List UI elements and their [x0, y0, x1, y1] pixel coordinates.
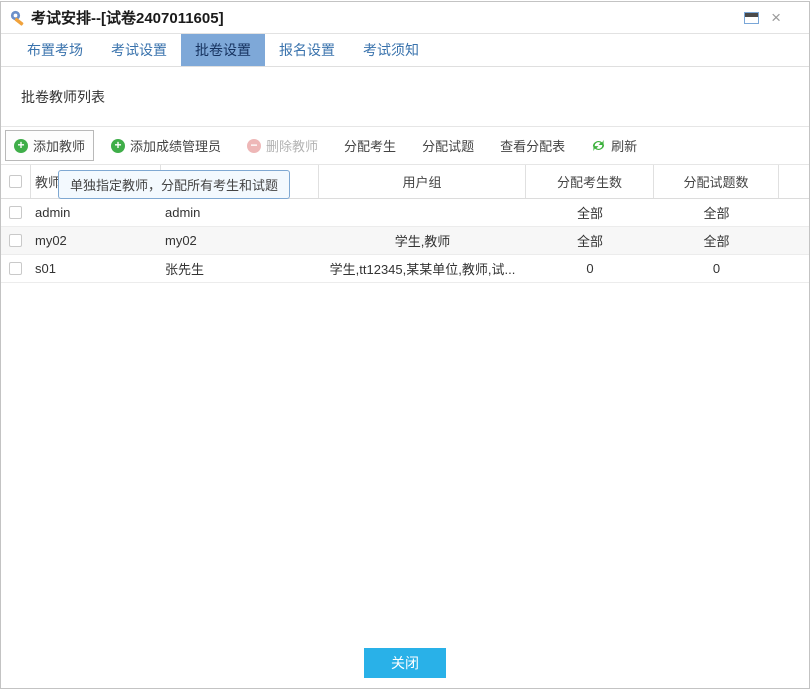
add-score-admin-button[interactable]: + 添加成绩管理员 [102, 130, 230, 161]
row-checkbox[interactable] [9, 262, 22, 275]
cell-assigned-examinee-count: 0 [526, 261, 654, 276]
tab-grading-settings[interactable]: 批卷设置 [181, 34, 265, 66]
assign-examinees-button[interactable]: 分配考生 [335, 130, 405, 161]
tab-arrange-exam-room[interactable]: 布置考场 [13, 34, 97, 66]
refresh-button[interactable]: 刷新 [582, 130, 646, 161]
exam-arrangement-dialog: 考试安排--[试卷2407011605] × 布置考场 考试设置 批卷设置 报名… [0, 1, 810, 689]
cell-teacher-name: admin [31, 205, 161, 220]
tab-exam-notice[interactable]: 考试须知 [349, 34, 433, 66]
assign-examinees-label: 分配考生 [344, 136, 396, 155]
row-checkbox-cell [1, 234, 31, 247]
assign-questions-button[interactable]: 分配试题 [413, 130, 483, 161]
cell-user-group: 学生,tt12345,某某单位,教师,试... [319, 259, 526, 278]
section-title-grading-teacher-list: 批卷教师列表 [21, 87, 809, 107]
cell-real-name: admin [161, 205, 319, 220]
tab-bar: 布置考场 考试设置 批卷设置 报名设置 考试须知 [1, 34, 809, 67]
dialog-footer: 关闭 [1, 648, 809, 678]
dialog-titlebar: 考试安排--[试卷2407011605] × [1, 2, 809, 34]
close-icon[interactable]: × [771, 11, 781, 25]
teacher-column-tooltip: 单独指定教师，分配所有考生和试题 [58, 170, 290, 199]
tab-exam-settings[interactable]: 考试设置 [97, 34, 181, 66]
add-score-admin-label: 添加成绩管理员 [130, 136, 221, 155]
cell-assigned-examinee-count: 全部 [526, 231, 654, 250]
delete-teacher-label: 删除教师 [266, 136, 318, 155]
dialog-title: 考试安排--[试卷2407011605] [31, 7, 224, 28]
cell-real-name: my02 [161, 233, 319, 248]
refresh-icon [591, 138, 606, 153]
cell-assigned-question-count: 全部 [654, 203, 779, 222]
cell-assigned-examinee-count: 全部 [526, 203, 654, 222]
delete-teacher-button[interactable]: − 删除教师 [238, 130, 327, 161]
row-checkbox[interactable] [9, 206, 22, 219]
table-row[interactable]: admin admin 全部 全部 [1, 199, 809, 227]
cell-teacher-name: s01 [31, 261, 161, 276]
assign-questions-label: 分配试题 [422, 136, 474, 155]
window-controls: × [744, 11, 781, 25]
row-checkbox-cell [1, 262, 31, 275]
row-checkbox[interactable] [9, 234, 22, 247]
cell-assigned-question-count: 0 [654, 261, 779, 276]
cell-real-name: 张先生 [161, 259, 319, 278]
cell-user-group: 学生,教师 [319, 231, 526, 250]
teacher-list-toolbar: + 添加教师 + 添加成绩管理员 − 删除教师 分配考生 分配试题 查看分配表 [1, 126, 809, 164]
table-row[interactable]: my02 my02 学生,教师 全部 全部 [1, 227, 809, 255]
header-checkbox-cell [1, 165, 31, 198]
select-all-checkbox[interactable] [9, 175, 22, 188]
view-assignment-table-label: 查看分配表 [500, 136, 565, 155]
table-row[interactable]: s01 张先生 学生,tt12345,某某单位,教师,试... 0 0 [1, 255, 809, 283]
header-filler [779, 165, 809, 198]
exam-arrangement-icon [9, 9, 26, 26]
cell-assigned-question-count: 全部 [654, 231, 779, 250]
header-user-group: 用户组 [319, 165, 526, 198]
row-checkbox-cell [1, 206, 31, 219]
close-button[interactable]: 关闭 [364, 648, 446, 678]
minus-icon: − [247, 139, 261, 153]
add-teacher-label: 添加教师 [33, 136, 85, 155]
view-assignment-table-button[interactable]: 查看分配表 [491, 130, 574, 161]
cell-teacher-name: my02 [31, 233, 161, 248]
header-assigned-question-count: 分配试题数 [654, 165, 779, 198]
add-teacher-button[interactable]: + 添加教师 [5, 130, 94, 161]
plus-icon: + [14, 139, 28, 153]
refresh-label: 刷新 [611, 136, 637, 155]
tab-registration-settings[interactable]: 报名设置 [265, 34, 349, 66]
plus-icon: + [111, 139, 125, 153]
maximize-icon[interactable] [744, 12, 759, 24]
header-assigned-examinee-count: 分配考生数 [526, 165, 654, 198]
